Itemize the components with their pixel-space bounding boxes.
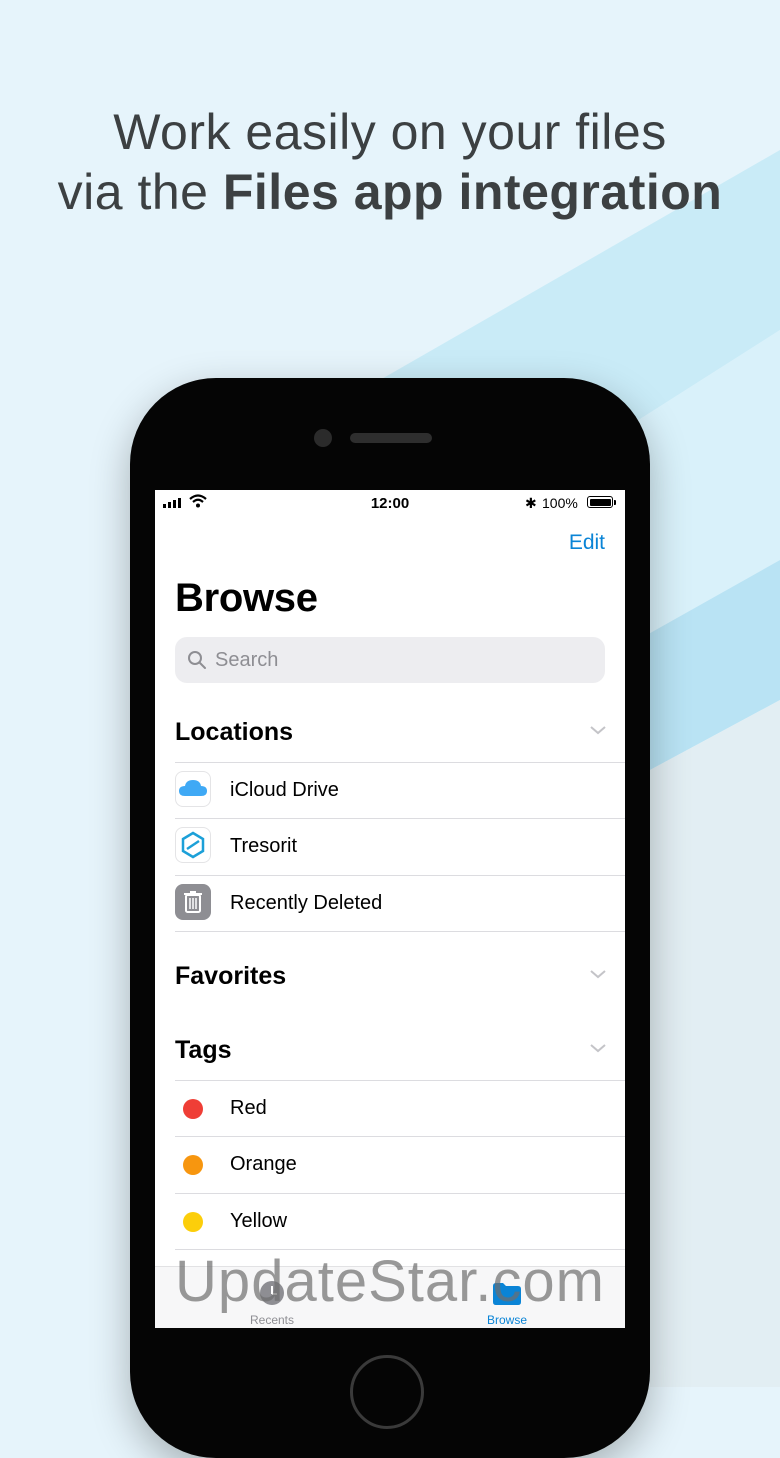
trash-icon [175, 884, 211, 920]
phone-speaker [350, 433, 432, 443]
tag-color-dot [183, 1099, 203, 1119]
battery-icon [587, 496, 616, 508]
headline: Work easily on your files via the Files … [0, 102, 780, 222]
bluetooth-icon: ✱ [525, 495, 537, 511]
home-button[interactable] [350, 1355, 424, 1429]
tag-color-dot [183, 1155, 203, 1175]
location-label: Tresorit [230, 835, 298, 857]
tag-item-red[interactable]: Red [175, 1080, 625, 1137]
battery-percent: 100% [542, 495, 578, 511]
tab-browse-label: Browse [486, 1313, 527, 1327]
search-input[interactable] [213, 647, 587, 673]
favorites-header[interactable]: Favorites [175, 962, 625, 991]
tags-heading: Tags [175, 1036, 232, 1064]
chevron-down-icon [590, 726, 606, 735]
chevron-down-icon [590, 970, 606, 979]
edit-button[interactable]: Edit [569, 531, 605, 555]
chevron-down-icon [590, 1044, 606, 1053]
phone-camera [314, 429, 332, 447]
tag-label: Red [230, 1097, 267, 1119]
tag-label: Yellow [230, 1210, 288, 1232]
location-label: Recently Deleted [230, 892, 383, 914]
search-icon [188, 651, 206, 669]
headline-line-2: via the Files app integration [0, 162, 780, 222]
watermark: UpdateStar.com [175, 1249, 605, 1314]
cloud-icon [175, 771, 211, 807]
tab-recents-label: Recents [249, 1313, 295, 1327]
tags-header[interactable]: Tags [175, 1036, 625, 1065]
headline-line-2-bold: Files app integration [222, 164, 723, 220]
location-item-tresorit[interactable]: Tresorit [175, 818, 625, 875]
tag-item-yellow[interactable]: Yellow [175, 1193, 625, 1250]
tag-label: Orange [230, 1153, 297, 1175]
favorites-heading: Favorites [175, 962, 287, 990]
location-item-recently-deleted[interactable]: Recently Deleted [175, 875, 625, 932]
location-item-icloud-drive[interactable]: iCloud Drive [175, 762, 625, 819]
locations-heading: Locations [175, 718, 294, 746]
tag-item-orange[interactable]: Orange [175, 1136, 625, 1193]
divider [175, 931, 625, 932]
page-title: Browse [175, 576, 318, 620]
headline-line-1: Work easily on your files [113, 104, 667, 160]
tag-color-dot [183, 1212, 203, 1232]
locations-header[interactable]: Locations [175, 718, 625, 747]
tresorit-icon [175, 827, 211, 863]
status-bar: 12:00 ✱ 100% [155, 490, 625, 516]
search-field[interactable] [175, 637, 605, 683]
location-label: iCloud Drive [230, 779, 339, 801]
phone-screen: 12:00 ✱ 100% Edit Browse Locations iClou… [155, 490, 625, 1328]
headline-line-2-regular: via the [57, 164, 223, 220]
